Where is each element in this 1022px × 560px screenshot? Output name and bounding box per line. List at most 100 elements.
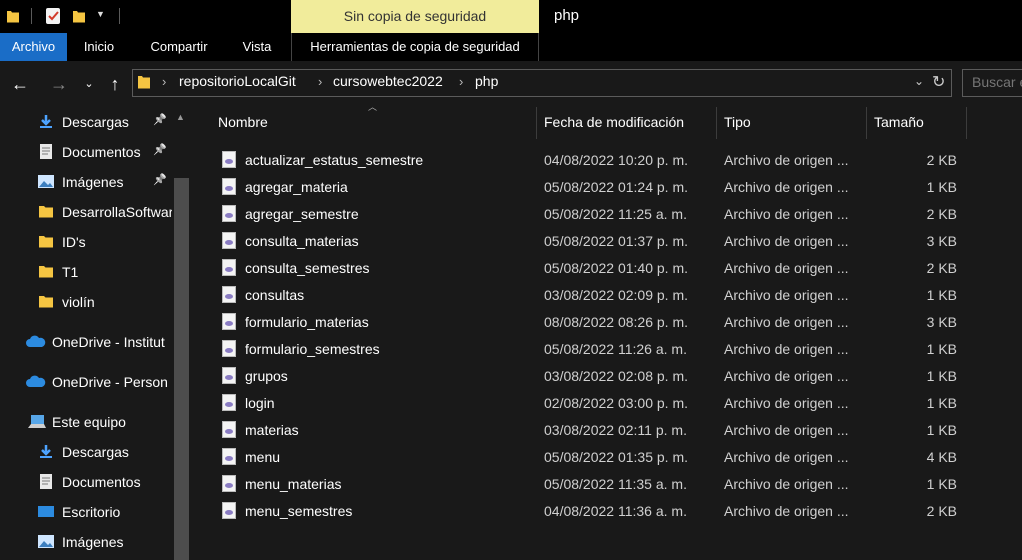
file-date: 03/08/2022 02:09 p. m. (544, 287, 688, 303)
folder-icon[interactable] (6, 8, 20, 24)
file-name: consultas (245, 287, 305, 303)
scroll-up-arrow-icon[interactable]: ▲ (176, 112, 185, 122)
document-icon (38, 474, 54, 489)
nav-item[interactable]: Imágenes 📌 (0, 167, 172, 197)
php-file-icon (222, 178, 236, 195)
column-header-name[interactable]: Nombre (218, 114, 268, 130)
tab-backup-tools[interactable]: Herramientas de copia de seguridad (291, 33, 539, 61)
file-type: Archivo de origen ... (724, 287, 849, 303)
chevron-down-icon[interactable]: ▼ (96, 9, 105, 19)
file-size: 1 KB (926, 287, 957, 303)
file-row[interactable]: consultas 03/08/2022 02:09 p. m. Archivo d… (214, 282, 974, 309)
nav-item[interactable]: OneDrive - Person (0, 367, 172, 397)
tab-compartir[interactable]: Compartir (140, 33, 218, 61)
file-row[interactable]: menu_semestres 04/08/2022 11:36 a. m. Arch… (214, 498, 974, 525)
file-name: actualizar_estatus_semestre (245, 152, 424, 168)
file-type: Archivo de origen ... (724, 503, 849, 519)
file-date: 05/08/2022 01:40 p. m. (544, 260, 688, 276)
column-divider[interactable] (716, 107, 717, 139)
file-row[interactable]: consulta_materias 05/08/2022 01:37 p. m. A… (214, 228, 974, 255)
php-file-icon (222, 394, 236, 411)
pin-icon: 📌 (153, 144, 167, 156)
up-arrow-icon[interactable]: ↑ (104, 71, 126, 97)
file-type: Archivo de origen ... (724, 476, 849, 492)
toolbar-divider (31, 8, 32, 24)
file-row[interactable]: formulario_semestres 05/08/2022 11:26 a. … (214, 336, 974, 363)
file-name: menu (245, 449, 281, 465)
php-file-icon (222, 259, 236, 276)
column-header-size[interactable]: Tamaño (874, 114, 924, 130)
column-divider[interactable] (536, 107, 537, 139)
nav-item[interactable]: violín (0, 287, 172, 317)
file-row[interactable]: actualizar_estatus_semestre 04/08/2022 10… (214, 147, 974, 174)
new-folder-icon[interactable] (72, 8, 86, 24)
file-row[interactable]: agregar_semestre 05/08/2022 11:25 a. m. Ar… (214, 201, 974, 228)
refresh-icon[interactable]: ↻ (932, 72, 945, 92)
file-row[interactable]: menu 05/08/2022 01:35 p. m. Archivo de ori… (214, 444, 974, 471)
nav-item-label: violín (62, 294, 95, 310)
computer-icon (28, 414, 46, 429)
file-size: 2 KB (926, 260, 957, 276)
folder-icon (38, 204, 54, 219)
file-row[interactable]: materias 03/08/2022 02:11 p. m. Archivo de… (214, 417, 974, 444)
nav-item[interactable]: Documentos (0, 467, 172, 497)
column-header-type[interactable]: Tipo (724, 114, 751, 130)
chevron-right-icon[interactable]: › (459, 74, 463, 89)
file-row[interactable]: formulario_materias 08/08/2022 08:26 p. m… (214, 309, 974, 336)
nav-item[interactable]: Imágenes (0, 527, 172, 557)
file-date: 04/08/2022 10:20 p. m. (544, 152, 688, 168)
file-row[interactable]: agregar_materia 05/08/2022 01:24 p. m. Arc… (214, 174, 974, 201)
document-icon (38, 144, 54, 159)
file-name: agregar_materia (245, 179, 348, 195)
file-row[interactable]: grupos 03/08/2022 02:08 p. m. Archivo de o… (214, 363, 974, 390)
nav-item-label: ID's (62, 234, 86, 250)
search-input[interactable] (972, 74, 1022, 90)
chevron-right-icon[interactable]: › (318, 74, 322, 89)
back-arrow-icon[interactable]: ← (8, 71, 32, 97)
tab-inicio[interactable]: Inicio (76, 33, 122, 61)
file-size: 1 KB (926, 179, 957, 195)
file-row[interactable]: consulta_semestres 05/08/2022 01:40 p. m.… (214, 255, 974, 282)
forward-arrow-icon[interactable]: → (47, 71, 71, 97)
column-header-date[interactable]: Fecha de modificación (544, 114, 684, 130)
nav-item[interactable]: Descargas 📌 (0, 107, 172, 137)
breadcrumb-php[interactable]: php (475, 73, 498, 89)
nav-item[interactable]: Escritorio (0, 497, 172, 527)
file-size: 3 KB (926, 233, 957, 249)
file-type: Archivo de origen ... (724, 314, 849, 330)
nav-item[interactable]: Documentos 📌 (0, 137, 172, 167)
php-file-icon (222, 367, 236, 384)
tab-archivo[interactable]: Archivo (0, 33, 67, 61)
scrollbar-thumb[interactable] (174, 178, 189, 560)
recent-locations-chevron-icon[interactable]: ⌄ (82, 71, 96, 97)
properties-icon[interactable] (46, 8, 60, 24)
nav-item[interactable]: T1 (0, 257, 172, 287)
nav-item[interactable]: ID's (0, 227, 172, 257)
breadcrumb-cursowebtec2022[interactable]: cursowebtec2022 (333, 73, 443, 89)
chevron-right-icon[interactable]: › (162, 74, 166, 89)
nav-item[interactable]: Este equipo (0, 407, 172, 437)
file-size: 2 KB (926, 152, 957, 168)
nav-item-label: OneDrive - Person (52, 374, 168, 390)
nav-item[interactable]: DesarrollaSoftware (0, 197, 172, 227)
nav-item[interactable]: Descargas (0, 437, 172, 467)
file-size: 4 KB (926, 449, 957, 465)
file-size: 2 KB (926, 206, 957, 222)
file-date: 05/08/2022 01:37 p. m. (544, 233, 688, 249)
php-file-icon (222, 502, 236, 519)
file-row[interactable]: login 02/08/2022 03:00 p. m. Archivo de or… (214, 390, 974, 417)
file-name: menu_materias (245, 476, 342, 492)
breadcrumb-repositoriolocalgit[interactable]: repositorioLocalGit (179, 73, 296, 89)
tab-vista[interactable]: Vista (234, 33, 280, 61)
file-name: agregar_semestre (245, 206, 359, 222)
file-type: Archivo de origen ... (724, 233, 849, 249)
file-date: 05/08/2022 11:35 a. m. (544, 476, 687, 492)
column-divider[interactable] (866, 107, 867, 139)
chevron-down-icon[interactable]: ⌄ (914, 74, 924, 88)
file-name: formulario_semestres (245, 341, 380, 357)
file-type: Archivo de origen ... (724, 449, 849, 465)
file-row[interactable]: menu_materias 05/08/2022 11:35 a. m. Archi… (214, 471, 974, 498)
nav-item[interactable]: OneDrive - Institut (0, 327, 172, 357)
nav-item-label: OneDrive - Institut (52, 334, 165, 350)
column-divider[interactable] (966, 107, 967, 139)
